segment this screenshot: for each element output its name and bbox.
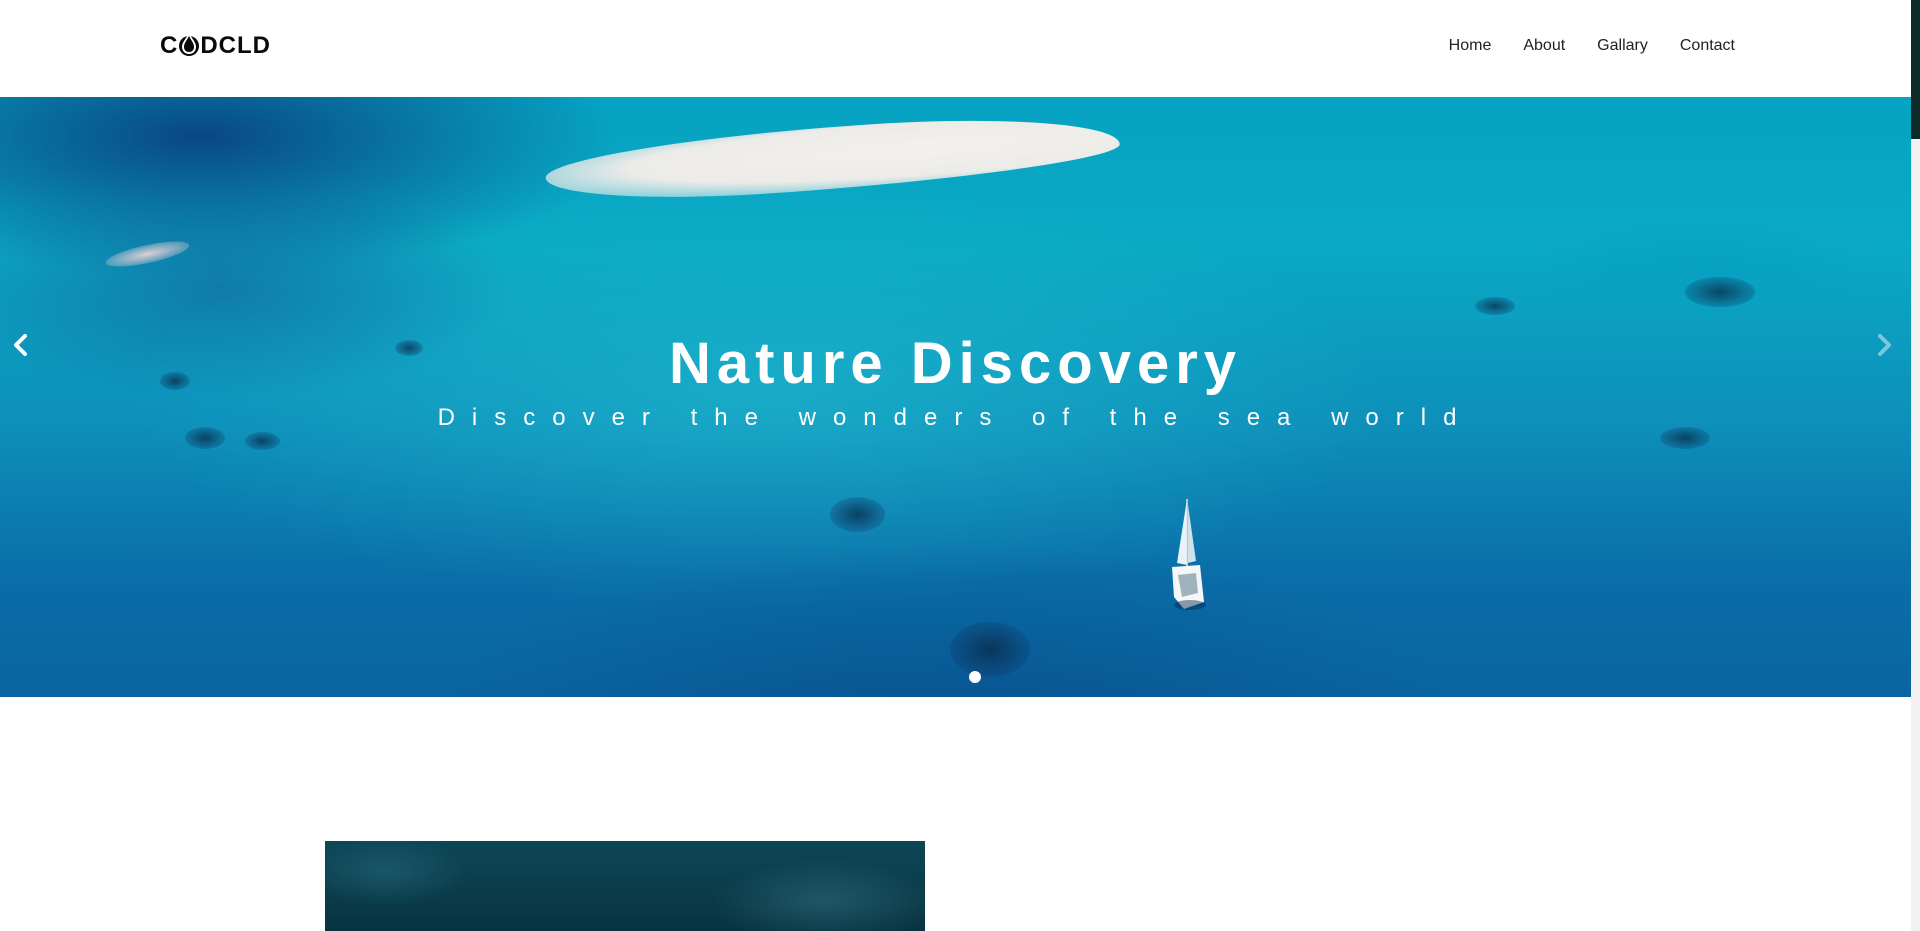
sailboat-image	[1172, 499, 1206, 610]
hero-carousel: Nature Discovery Discover the wonders of…	[0, 97, 1911, 697]
carousel-prev-button[interactable]	[6, 330, 36, 360]
page: C DCLD Home About Gallary Contact Nature…	[0, 0, 1920, 931]
sandbar-image	[543, 107, 1122, 209]
hero-subtitle: Discover the wonders of the sea world	[437, 404, 1474, 431]
logo[interactable]: C DCLD	[160, 31, 271, 61]
nav-contact[interactable]: Contact	[1680, 36, 1735, 56]
carousel-next-button[interactable]	[1869, 330, 1899, 360]
logo-prefix: C	[160, 32, 179, 59]
carousel-indicators	[0, 671, 1911, 683]
scrollbar-thumb[interactable]	[1911, 0, 1920, 139]
chevron-right-icon	[1878, 334, 1891, 356]
reef-patch	[1475, 297, 1515, 315]
page-scrollbar[interactable]	[1911, 0, 1920, 931]
reef-patch	[950, 622, 1030, 677]
nav-about[interactable]: About	[1523, 36, 1565, 56]
hero-title: Nature Discovery	[668, 331, 1243, 396]
reef-patch	[1685, 277, 1755, 307]
site-header: C DCLD Home About Gallary Contact	[0, 0, 1911, 97]
logo-suffix: DCLD	[200, 32, 271, 59]
droplet-icon	[179, 33, 200, 57]
nav-home[interactable]: Home	[1449, 36, 1492, 56]
chevron-left-icon	[14, 334, 27, 356]
reef-patch	[830, 497, 885, 532]
reef-patch	[245, 432, 280, 450]
nav-gallary[interactable]: Gallary	[1597, 36, 1648, 56]
section-image	[325, 841, 925, 931]
carousel-indicator-dot[interactable]	[969, 671, 981, 683]
small-sandbar-image	[104, 236, 191, 272]
main-nav: Home About Gallary Contact	[1417, 36, 1735, 56]
